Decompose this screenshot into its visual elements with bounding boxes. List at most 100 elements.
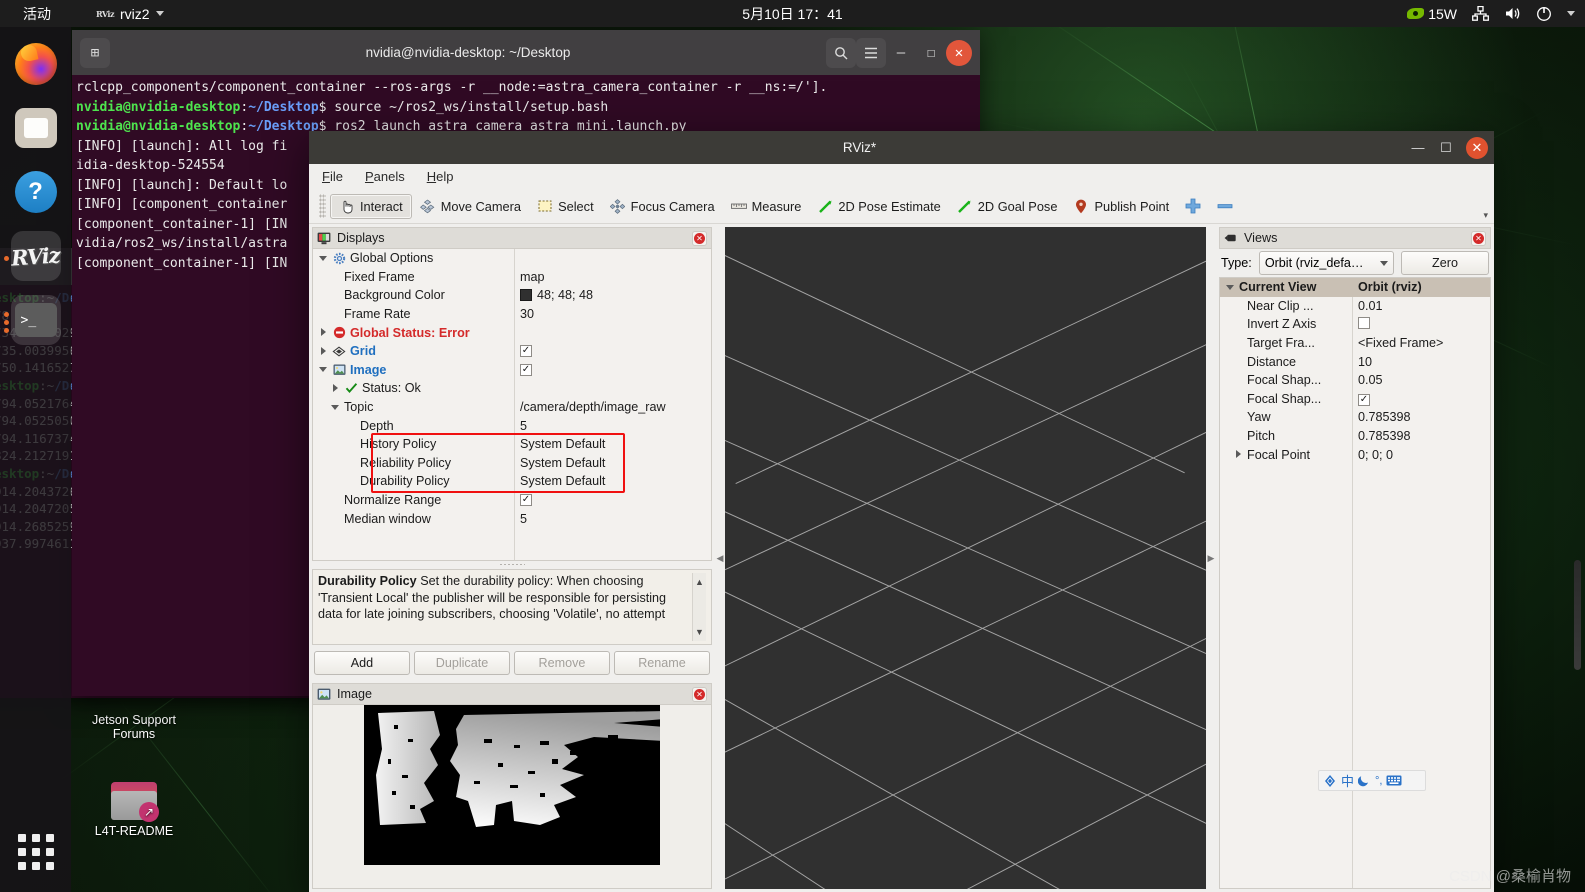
displays-row[interactable]: Median window 5	[313, 509, 711, 528]
displays-row[interactable]: Background Color 48; 48; 48	[313, 286, 711, 305]
dock-item-help[interactable]: ?	[11, 167, 61, 217]
close-icon[interactable]: ✕	[692, 686, 707, 702]
collapse-arrow-icon[interactable]	[319, 365, 328, 374]
expand-arrow-icon[interactable]	[319, 346, 328, 356]
power-icon[interactable]	[1535, 5, 1553, 23]
terminal-maximize-button[interactable]: ☐	[916, 38, 946, 68]
checkbox[interactable]	[1358, 316, 1370, 329]
dock-item-firefox[interactable]	[11, 39, 61, 89]
tree-column-splitter[interactable]	[514, 249, 515, 560]
views-row[interactable]: Focal Shap... ✓	[1220, 390, 1490, 409]
keyboard-icon[interactable]	[1386, 775, 1402, 786]
checkbox[interactable]: ✓	[520, 345, 532, 358]
current-app-menu[interactable]: RViz rviz2	[88, 3, 172, 25]
views-row[interactable]: Distance 10	[1220, 352, 1490, 371]
color-swatch[interactable]	[520, 289, 532, 302]
description-scrollbar[interactable]: ▲ ▼	[692, 573, 706, 641]
show-applications-button[interactable]	[17, 834, 54, 870]
displays-row[interactable]: Grid ✓	[313, 342, 711, 361]
moon-icon[interactable]	[1358, 774, 1371, 787]
displays-row[interactable]: Durability Policy System Default	[313, 472, 711, 491]
tool-add-panel[interactable]	[1177, 195, 1209, 218]
toolbar-grip[interactable]	[319, 194, 326, 218]
tool-2d-pose-estimate[interactable]: 2D Pose Estimate	[809, 195, 948, 218]
views-row[interactable]: Invert Z Axis	[1220, 315, 1490, 334]
nvidia-power-indicator[interactable]: 15W	[1407, 6, 1457, 22]
views-column-splitter[interactable]	[1352, 297, 1353, 888]
checkbox[interactable]: ✓	[520, 494, 532, 507]
displays-row[interactable]: History Policy System Default	[313, 435, 711, 454]
desktop-icon-jetson-support-forums[interactable]: Jetson Support Forums	[79, 713, 189, 741]
toolbar-overflow-icon[interactable]: ▾	[1483, 210, 1488, 221]
rename-button[interactable]: Rename	[614, 651, 710, 675]
displays-row[interactable]: Status: Ok	[313, 379, 711, 398]
3d-render-view[interactable]	[725, 227, 1206, 889]
volume-icon[interactable]	[1503, 5, 1521, 23]
expand-arrow-icon[interactable]	[1234, 450, 1243, 459]
close-icon[interactable]: ✕	[692, 230, 707, 246]
collapse-arrow-icon[interactable]	[331, 403, 340, 412]
duplicate-button[interactable]: Duplicate	[414, 651, 510, 675]
view-type-combobox[interactable]: Orbit (rviz_defa…	[1258, 251, 1394, 275]
punctuation-icon[interactable]: °,	[1375, 775, 1382, 787]
desktop-icon-l4t-readme[interactable]: ↗ L4T-README	[79, 782, 189, 838]
displays-tree[interactable]: Global Options Fixed Frame map Background C…	[312, 249, 712, 561]
displays-row[interactable]: Reliability Policy System Default	[313, 454, 711, 473]
menu-help[interactable]: Help	[427, 169, 454, 184]
tool-2d-goal-pose[interactable]: 2D Goal Pose	[949, 195, 1066, 218]
ime-mode-label[interactable]: 中	[1341, 771, 1354, 790]
tool-focus-camera[interactable]: Focus Camera	[602, 195, 723, 218]
displays-row[interactable]: Depth 5	[313, 416, 711, 435]
left-splitter-handle[interactable]: ◀	[715, 227, 725, 889]
views-row[interactable]: Focal Point 0; 0; 0	[1220, 445, 1490, 464]
views-row[interactable]: Near Clip ... 0.01	[1220, 297, 1490, 316]
tool-publish-point[interactable]: Publish Point	[1065, 195, 1177, 218]
views-row[interactable]: Pitch 0.785398	[1220, 427, 1490, 446]
displays-row[interactable]: Normalize Range ✓	[313, 491, 711, 510]
new-tab-button[interactable]: ⊞	[80, 37, 110, 68]
tool-interact[interactable]: Interact	[330, 193, 412, 219]
hamburger-menu-icon[interactable]	[856, 37, 886, 68]
rviz-close-button[interactable]: ✕	[1466, 136, 1488, 159]
tool-measure[interactable]: Measure	[723, 195, 810, 218]
expand-arrow-icon[interactable]	[319, 328, 328, 337]
menu-file[interactable]: File	[322, 169, 343, 184]
tool-move-camera[interactable]: Move Camera	[412, 195, 529, 218]
ime-toolbar[interactable]: 中 °,	[1318, 770, 1426, 791]
tool-remove-panel[interactable]	[1209, 195, 1241, 218]
displays-row[interactable]: Frame Rate 30	[313, 305, 711, 324]
checkbox[interactable]: ✓	[1358, 394, 1370, 407]
displays-row[interactable]: Image ✓	[313, 361, 711, 380]
dock-item-rviz[interactable]: RViz	[3, 231, 61, 281]
displays-row[interactable]: Global Status: Error	[313, 323, 711, 342]
activities-button[interactable]: 活动	[14, 1, 60, 27]
displays-row[interactable]: Fixed Frame map	[313, 268, 711, 287]
displays-row[interactable]: Global Options	[313, 249, 711, 268]
views-row[interactable]: Yaw 0.785398	[1220, 408, 1490, 427]
add-button[interactable]: Add	[314, 651, 410, 675]
rviz-maximize-button[interactable]: ☐	[1432, 134, 1460, 162]
dock-item-files[interactable]	[11, 103, 61, 153]
zero-button[interactable]: Zero	[1401, 251, 1489, 275]
rviz-minimize-button[interactable]: —	[1404, 134, 1432, 162]
collapse-arrow-icon[interactable]	[319, 254, 328, 263]
network-icon[interactable]	[1471, 5, 1489, 23]
terminal-minimize-button[interactable]: —	[886, 38, 916, 68]
tool-select[interactable]: Select	[529, 195, 602, 218]
pinyin-icon[interactable]	[1323, 774, 1337, 788]
views-row[interactable]: Focal Shap... 0.05	[1220, 371, 1490, 390]
terminal-close-button[interactable]: ✕	[946, 39, 972, 66]
checkbox[interactable]: ✓	[520, 363, 532, 376]
views-property-tree[interactable]: Current View Orbit (rviz) Near Clip ... 0…	[1219, 277, 1491, 889]
views-row[interactable]: Target Fra... <Fixed Frame>	[1220, 334, 1490, 353]
close-icon[interactable]: ✕	[1471, 230, 1486, 246]
remove-button[interactable]: Remove	[514, 651, 610, 675]
system-menu-chevron-icon[interactable]	[1567, 11, 1575, 16]
right-splitter-handle[interactable]: ▶	[1206, 227, 1216, 889]
menu-panels[interactable]: Panels	[365, 169, 405, 184]
clock[interactable]: 5月10日 17：41	[742, 4, 842, 24]
search-icon[interactable]	[826, 37, 856, 68]
panel-splitter[interactable]	[312, 561, 712, 569]
dock-item-terminal[interactable]: >_	[3, 295, 61, 345]
displays-row[interactable]: Topic/camera/depth/image_raw	[313, 398, 711, 417]
